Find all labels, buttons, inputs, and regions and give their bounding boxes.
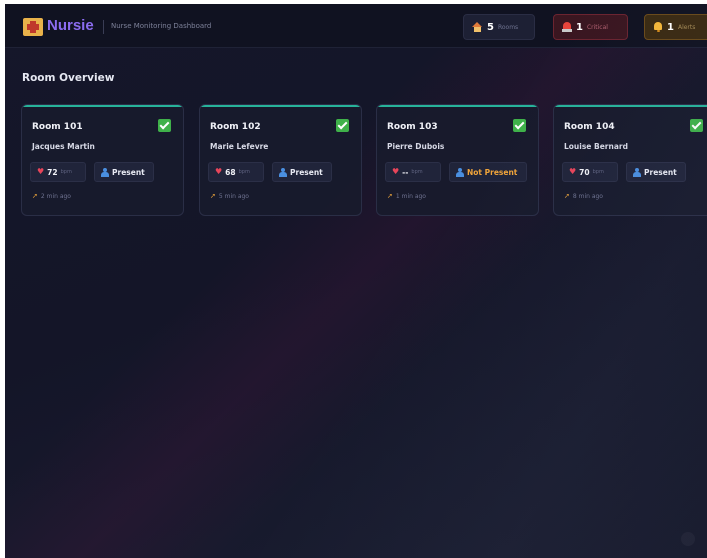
person-icon <box>633 167 641 177</box>
presence-status: Not Present <box>467 167 518 177</box>
rooms-stat-badge[interactable]: 5 Rooms <box>463 14 535 40</box>
critical-count: 1 <box>576 21 583 33</box>
last-activity-time: 1 min ago <box>395 193 426 200</box>
heart-icon: ♥ <box>392 167 400 176</box>
house-icon <box>472 22 483 32</box>
room-name: Room 103 <box>387 122 438 132</box>
heart-rate-unit: bpm <box>60 169 72 175</box>
presence-chip: Not Present <box>449 162 527 182</box>
brand-name[interactable]: Nursie <box>47 17 94 34</box>
brand-divider <box>103 20 104 34</box>
room-card-102[interactable]: Room 102 Marie Lefevre ♥ 68 bpm Present … <box>199 104 362 216</box>
rooms-count: 5 <box>487 21 494 33</box>
room-name: Room 104 <box>564 122 615 132</box>
person-icon <box>456 167 464 177</box>
heart-rate-chip: ♥ -- bpm <box>385 162 441 182</box>
alerts-label: Alerts <box>677 23 696 31</box>
walking-icon: ➚ <box>210 192 216 200</box>
heart-rate-value: 68 <box>225 167 236 177</box>
check-icon <box>336 119 349 132</box>
check-icon <box>513 119 526 132</box>
dashboard-app: Nursie Nurse Monitoring Dashboard 5 Room… <box>5 4 707 558</box>
last-activity-time: 5 min ago <box>218 193 249 200</box>
siren-icon <box>562 22 572 32</box>
last-activity: ➚ 1 min ago <box>387 192 426 201</box>
patient-name: Louise Bernard <box>564 142 628 151</box>
heart-rate-unit: bpm <box>411 169 423 175</box>
section-title: Room Overview <box>22 72 115 84</box>
heart-rate-unit: bpm <box>592 169 604 175</box>
last-activity: ➚ 8 min ago <box>564 192 603 201</box>
check-icon <box>158 119 171 132</box>
critical-label: Critical <box>586 23 608 31</box>
room-name: Room 101 <box>32 122 83 132</box>
heart-rate-value: -- <box>402 167 409 177</box>
presence-chip: Present <box>94 162 154 182</box>
page-subtitle: Nurse Monitoring Dashboard <box>111 22 212 30</box>
walking-icon: ➚ <box>387 192 393 200</box>
top-bar: Nursie Nurse Monitoring Dashboard 5 Room… <box>5 4 707 48</box>
alerts-count: 1 <box>667 21 674 33</box>
walking-icon: ➚ <box>564 192 570 200</box>
rooms-label: Rooms <box>497 23 519 31</box>
bell-icon <box>653 22 663 32</box>
presence-status: Present <box>290 167 323 177</box>
heart-rate-chip: ♥ 70 bpm <box>562 162 618 182</box>
person-icon <box>101 167 109 177</box>
walking-icon: ➚ <box>32 192 38 200</box>
patient-name: Marie Lefevre <box>210 142 269 151</box>
room-card-101[interactable]: Room 101 Jacques Martin ♥ 72 bpm Present… <box>21 104 184 216</box>
heart-rate-value: 70 <box>579 167 590 177</box>
presence-chip: Present <box>626 162 686 182</box>
presence-status: Present <box>112 167 145 177</box>
presence-status: Present <box>644 167 677 177</box>
check-icon <box>690 119 703 132</box>
heart-rate-unit: bpm <box>238 169 250 175</box>
patient-name: Pierre Dubois <box>387 142 445 151</box>
last-activity: ➚ 5 min ago <box>210 192 249 201</box>
last-activity-time: 2 min ago <box>40 193 71 200</box>
room-name: Room 102 <box>210 122 261 132</box>
last-activity-time: 8 min ago <box>572 193 603 200</box>
alerts-stat-badge[interactable]: 1 Alerts <box>644 14 707 40</box>
heart-icon: ♥ <box>215 167 223 176</box>
last-activity: ➚ 2 min ago <box>32 192 71 201</box>
critical-stat-badge[interactable]: 1 Critical <box>553 14 628 40</box>
heart-rate-chip: ♥ 72 bpm <box>30 162 86 182</box>
hospital-icon <box>23 18 43 36</box>
heart-icon: ♥ <box>37 167 45 176</box>
room-card-104[interactable]: Room 104 Louise Bernard ♥ 70 bpm Present… <box>553 104 707 216</box>
heart-rate-chip: ♥ 68 bpm <box>208 162 264 182</box>
patient-name: Jacques Martin <box>32 142 95 151</box>
heart-icon: ♥ <box>569 167 577 176</box>
presence-chip: Present <box>272 162 332 182</box>
room-card-103[interactable]: Room 103 Pierre Dubois ♥ -- bpm Not Pres… <box>376 104 539 216</box>
heart-rate-value: 72 <box>47 167 58 177</box>
person-icon <box>279 167 287 177</box>
corner-watermark <box>681 532 695 546</box>
